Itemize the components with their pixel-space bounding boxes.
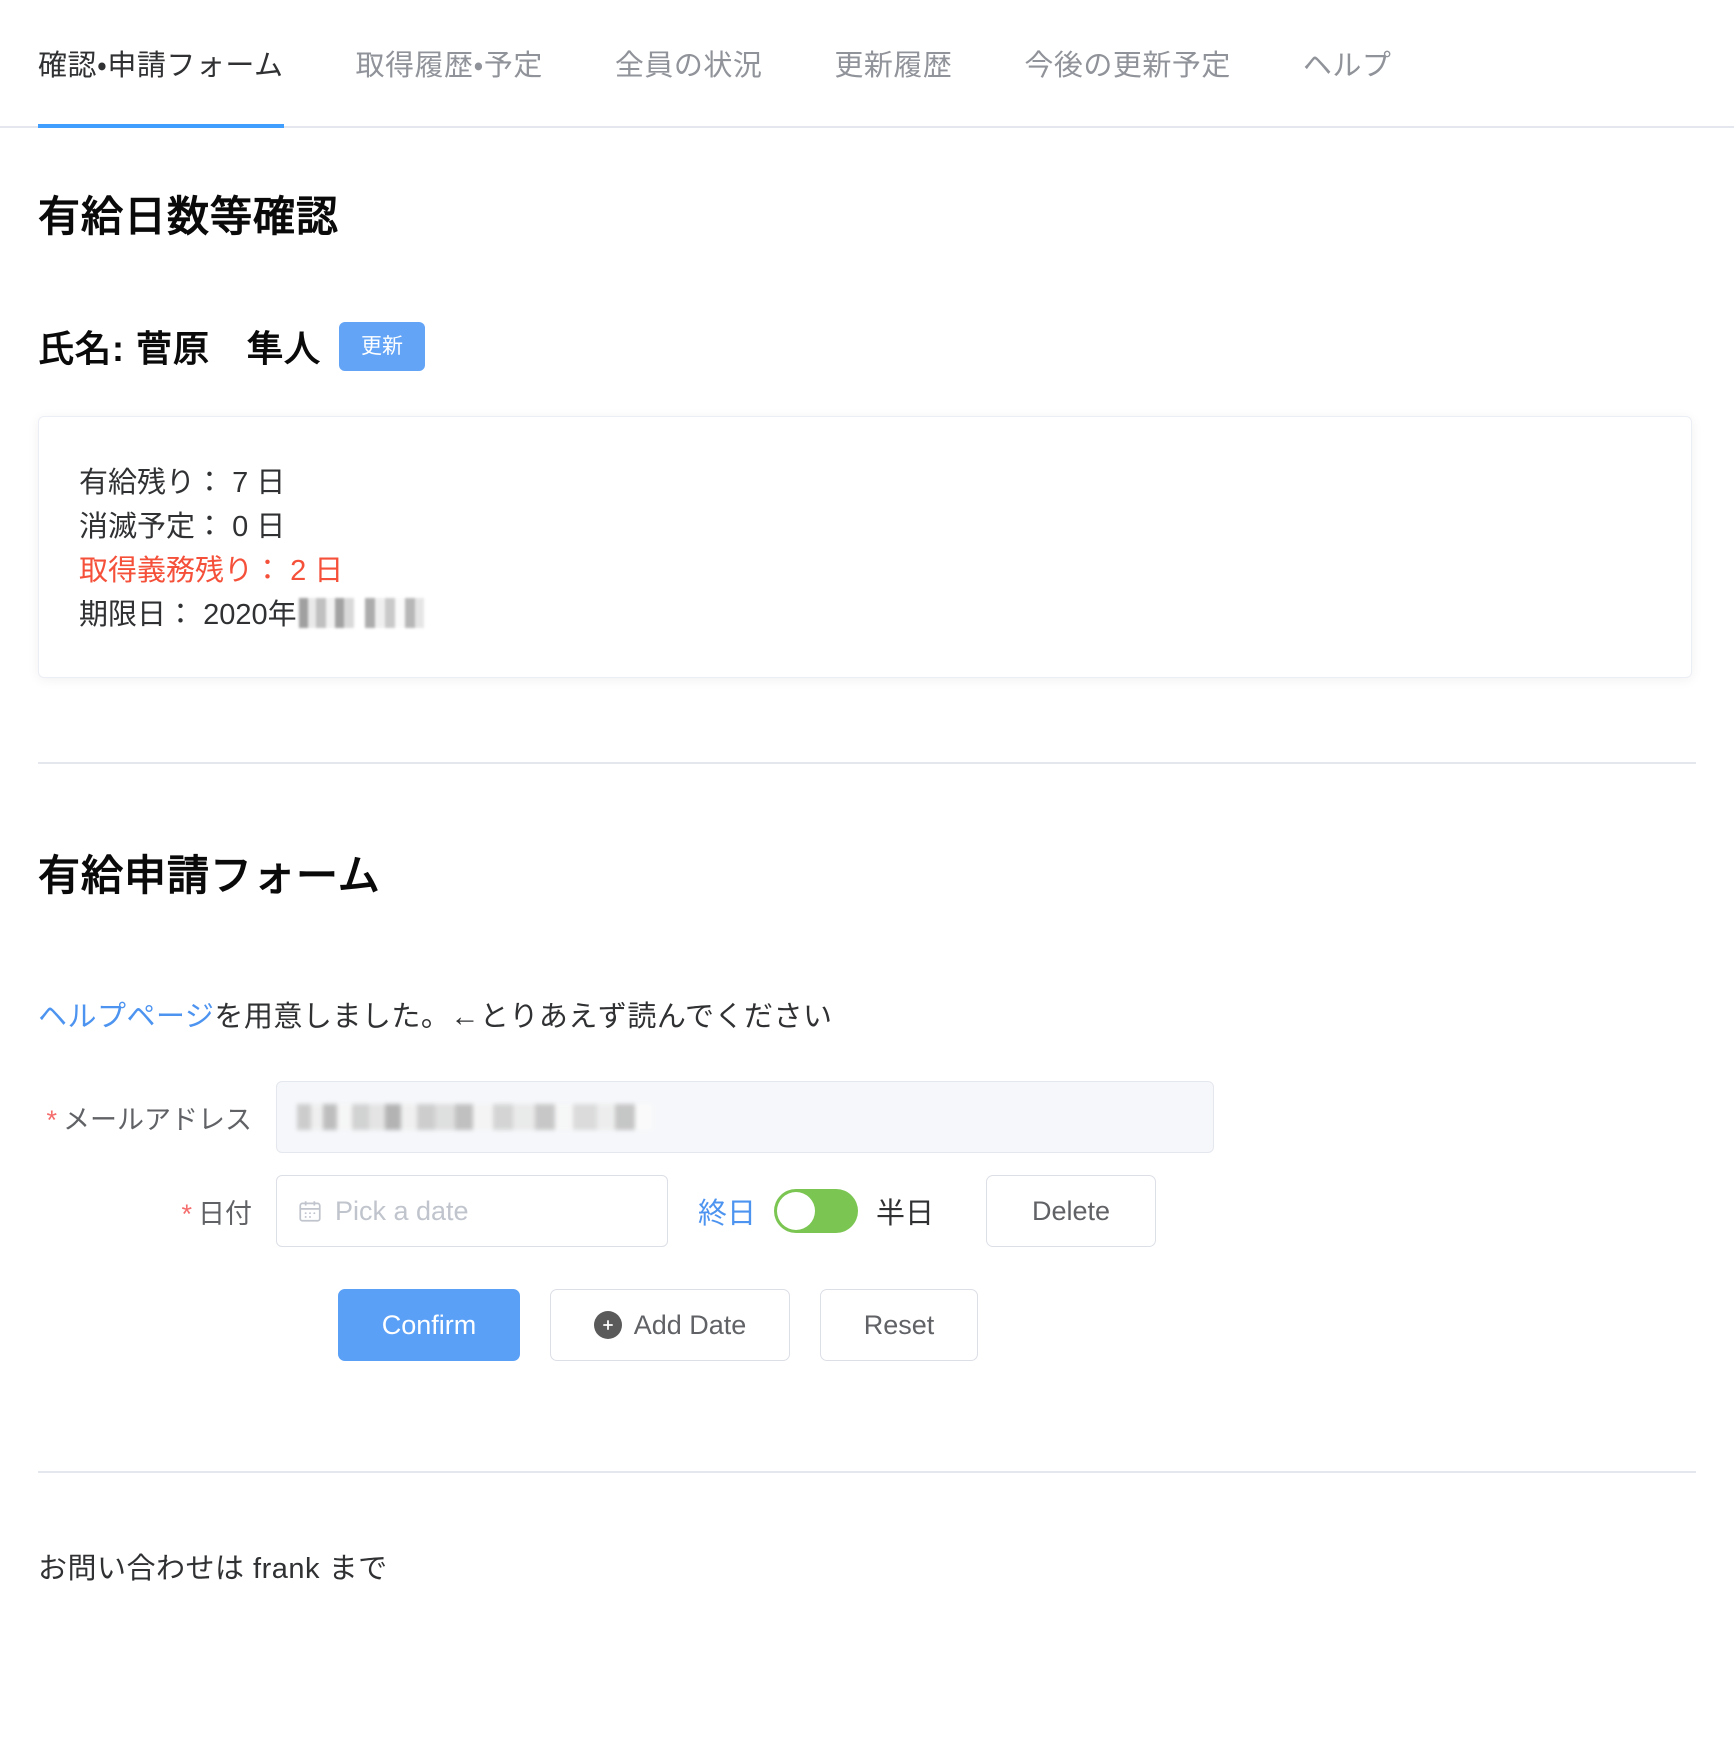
tab-label: 更新履歴 — [834, 50, 953, 82]
deadline-value: 2020年 — [203, 599, 297, 632]
email-input[interactable] — [276, 1081, 1214, 1154]
reset-button[interactable]: Reset — [820, 1289, 978, 1362]
plus-circle-icon — [593, 1311, 622, 1340]
remaining-leave-value: 7 — [232, 467, 249, 499]
tab-label: 今後の更新予定 — [1024, 50, 1231, 82]
remaining-leave-unit: 日 — [256, 467, 286, 499]
expiring-leave-unit: 日 — [256, 511, 286, 544]
status-section: 有給日数等確認 氏名: 菅原 隼人 更新 有給残り： 7 日 消滅予定： 0 日… — [0, 183, 1734, 765]
day-type-switch[interactable] — [774, 1189, 859, 1234]
help-notice-text: を用意しました。←とりあえず読んでください — [214, 1001, 833, 1034]
expiring-leave-row: 消滅予定： 0 日 — [79, 505, 1651, 549]
employee-name-row: 氏名: 菅原 隼人 更新 — [38, 320, 1696, 372]
employee-name-value: 菅原 隼人 — [136, 328, 322, 369]
page-title: 有給日数等確認 — [38, 193, 340, 240]
obligation-leave-unit: 日 — [314, 555, 344, 588]
obligation-leave-value: 2 — [290, 555, 307, 588]
tab-label: 全員の状況 — [614, 50, 763, 82]
deadline-row: 期限日： 2020年 — [79, 593, 1651, 637]
tab-label: 取得履歴・予定 — [355, 50, 543, 82]
help-page-link[interactable]: ヘルプページ — [38, 1001, 214, 1033]
redacted-date — [298, 598, 424, 629]
redacted-email-value — [297, 1104, 652, 1131]
tab-list: 確認・申請フォーム 取得履歴・予定 全員の状況 更新履歴 今後の更新予定 ヘルプ — [38, 0, 1428, 128]
expiring-leave-label: 消滅予定： — [79, 511, 225, 544]
leave-summary-card: 有給残り： 7 日 消滅予定： 0 日 取得義務残り： 2 日 期限日： 202… — [38, 416, 1692, 679]
confirm-button[interactable]: Confirm — [338, 1289, 520, 1362]
employee-name-label: 氏名: — [38, 328, 125, 369]
tab-label: ヘルプ — [1302, 50, 1392, 82]
update-button[interactable]: 更新 — [339, 321, 426, 371]
toggle-label-halfday: 半日 — [876, 1198, 935, 1231]
email-label: * メールアドレス — [38, 1098, 276, 1137]
tab-help[interactable]: ヘルプ — [1267, 0, 1428, 126]
application-form-section: 有給申請フォーム ヘルプページを用意しました。←とりあえず読んでください * メー… — [0, 842, 1734, 1474]
required-asterisk: * — [46, 1104, 57, 1135]
expiring-leave-value: 0 — [232, 511, 249, 544]
add-date-button[interactable]: Add Date — [550, 1289, 790, 1362]
footer-contact: お問い合わせは frank まで — [38, 1553, 388, 1586]
toggle-label-fullday: 終日 — [698, 1198, 757, 1231]
delete-date-button[interactable]: Delete — [986, 1175, 1157, 1248]
date-row: * 日付 Pick a date 終日 半日 Delete — [38, 1175, 1696, 1248]
day-type-toggle-group: 終日 半日 — [698, 1189, 935, 1234]
tab-history-schedule[interactable]: 取得履歴・予定 — [320, 0, 579, 126]
add-date-label: Add Date — [633, 1309, 747, 1340]
tab-everyone-status[interactable]: 全員の状況 — [579, 0, 799, 126]
obligation-leave-label: 取得義務残り： — [79, 555, 283, 588]
date-label-text: 日付 — [198, 1198, 252, 1229]
tab-confirmation-form[interactable]: 確認・申請フォーム — [38, 0, 320, 128]
tab-label: 確認・申請フォーム — [38, 50, 284, 82]
leave-request-form: * メールアドレス * 日付 Pick a date 終日 半日 Delete … — [38, 1081, 1696, 1362]
date-label: * 日付 — [38, 1192, 276, 1231]
remaining-leave-label: 有給残り： — [79, 467, 225, 499]
tab-bar: 確認・申請フォーム 取得履歴・予定 全員の状況 更新履歴 今後の更新予定 ヘルプ — [0, 0, 1734, 128]
footer-divider — [38, 1471, 1696, 1474]
tab-update-history[interactable]: 更新履歴 — [798, 0, 988, 126]
remaining-leave-row: 有給残り： 7 日 — [79, 461, 1651, 505]
obligation-leave-row: 取得義務残り： 2 日 — [79, 549, 1651, 593]
tab-future-updates[interactable]: 今後の更新予定 — [988, 0, 1267, 126]
form-title: 有給申請フォーム — [38, 852, 381, 900]
app-page: 確認・申請フォーム 取得履歴・予定 全員の状況 更新履歴 今後の更新予定 ヘルプ… — [0, 0, 1734, 1647]
date-picker-input[interactable]: Pick a date — [276, 1175, 668, 1248]
deadline-label: 期限日： — [79, 599, 196, 632]
section-divider — [38, 762, 1696, 765]
required-asterisk: * — [181, 1198, 192, 1229]
switch-knob — [777, 1192, 816, 1231]
date-placeholder: Pick a date — [335, 1195, 469, 1226]
email-row: * メールアドレス — [38, 1081, 1696, 1154]
form-actions: Confirm Add Date Reset — [338, 1289, 1696, 1362]
employee-name: 氏名: 菅原 隼人 — [38, 320, 321, 372]
calendar-icon — [297, 1198, 323, 1224]
email-label-text: メールアドレス — [63, 1104, 252, 1135]
help-notice: ヘルプページを用意しました。←とりあえず読んでください — [38, 993, 1696, 1035]
